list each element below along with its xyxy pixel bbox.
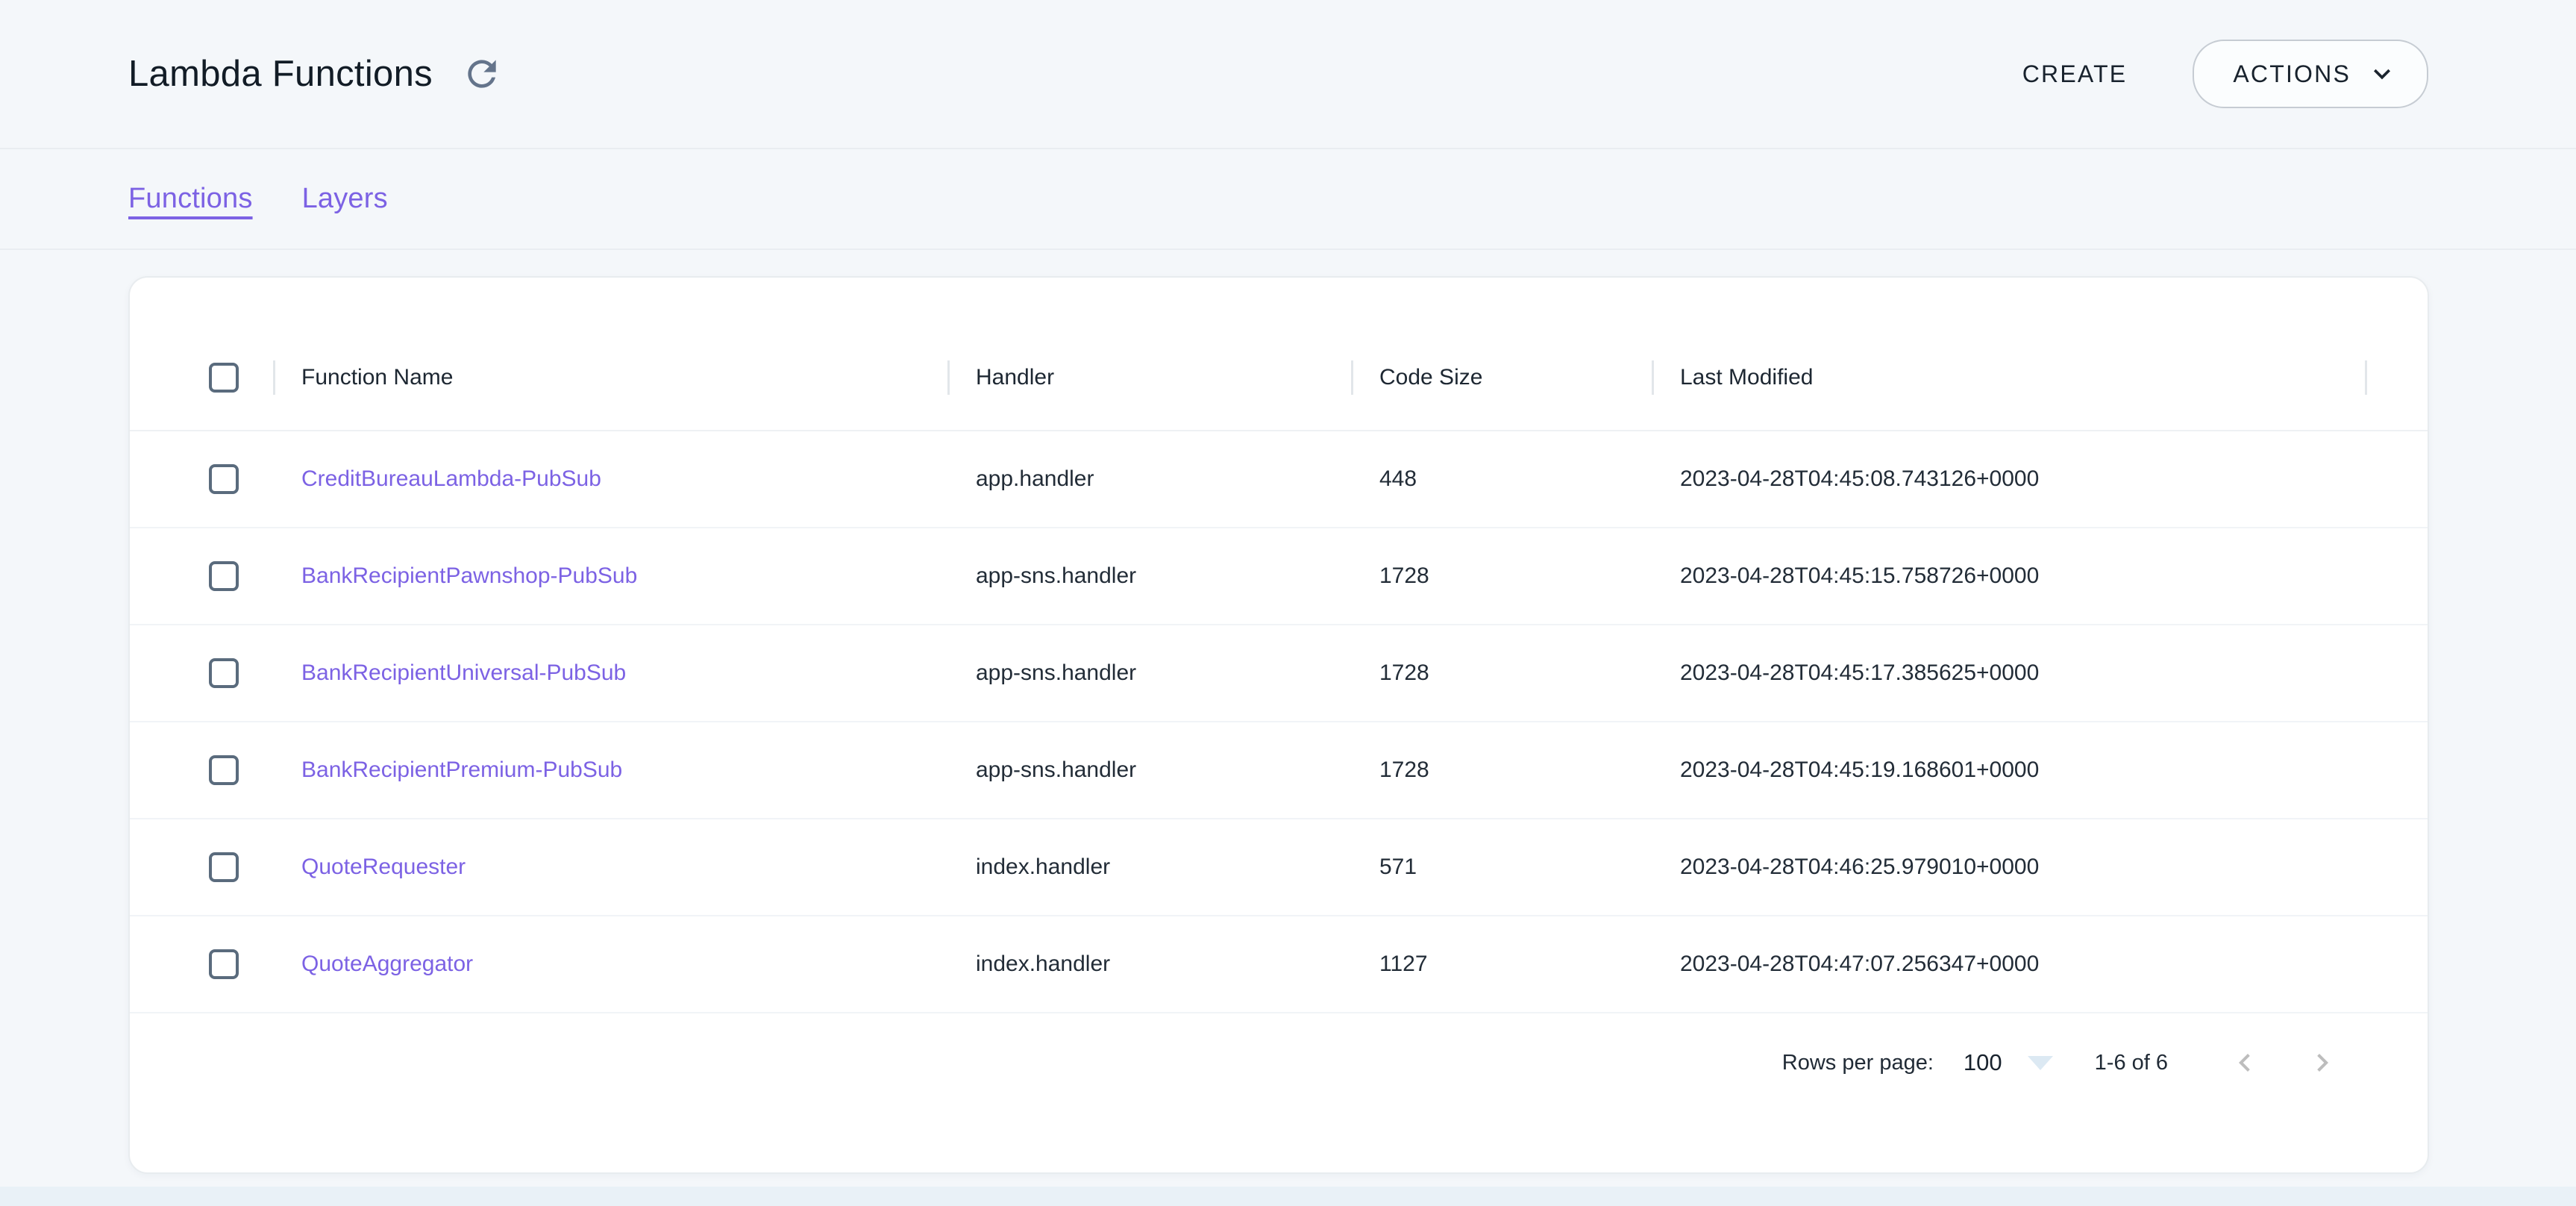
function-link[interactable]: BankRecipientPremium-PubSub	[301, 757, 622, 782]
rows-per-page-value: 100	[1964, 1049, 2002, 1076]
cell-last-modified: 2023-04-28T04:45:19.168601+0000	[1652, 757, 2365, 783]
chevron-right-icon	[2304, 1045, 2340, 1081]
rows-per-page-select[interactable]: 100	[1964, 1049, 2053, 1076]
chevron-down-icon	[2366, 57, 2398, 90]
top-bar: Lambda Functions CREATE ACTIONS	[0, 0, 2576, 149]
cell-last-modified: 2023-04-28T04:45:08.743126+0000	[1652, 466, 2365, 492]
cell-code-size: 1728	[1351, 660, 1652, 686]
cell-last-modified: 2023-04-28T04:45:17.385625+0000	[1652, 660, 2365, 686]
function-link[interactable]: CreditBureauLambda-PubSub	[301, 466, 601, 491]
row-checkbox[interactable]	[209, 658, 239, 688]
row-checkbox[interactable]	[209, 561, 239, 591]
row-checkbox[interactable]	[209, 464, 239, 494]
header-actions: CREATE ACTIONS	[2003, 40, 2428, 108]
column-header-handler: Handler	[947, 365, 1351, 390]
row-checkbox[interactable]	[209, 852, 239, 882]
actions-button[interactable]: ACTIONS	[2193, 40, 2428, 108]
header-checkbox-cell	[130, 363, 273, 393]
function-link[interactable]: QuoteAggregator	[301, 952, 473, 976]
cell-code-size: 448	[1351, 466, 1652, 492]
column-header-last-modified: Last Modified	[1652, 365, 2365, 390]
function-link[interactable]: BankRecipientPawnshop-PubSub	[301, 563, 637, 588]
cell-handler: app-sns.handler	[947, 563, 1351, 589]
cell-code-size: 571	[1351, 854, 1652, 880]
table-row: BankRecipientPremium-PubSub app-sns.hand…	[130, 722, 2428, 819]
rows-per-page-label: Rows per page:	[1782, 1051, 1934, 1075]
chevron-left-icon	[2227, 1045, 2263, 1081]
tab-bar: Functions Layers	[0, 149, 2576, 250]
cell-last-modified: 2023-04-28T04:46:25.979010+0000	[1652, 854, 2365, 880]
table-row: QuoteRequester index.handler 571 2023-04…	[130, 819, 2428, 916]
cell-handler: app-sns.handler	[947, 660, 1351, 686]
caret-down-icon	[2028, 1056, 2053, 1070]
table-pagination: Rows per page: 100 1-6 of 6	[130, 1013, 2428, 1112]
column-header-code-size: Code Size	[1351, 365, 1652, 390]
tab-layers[interactable]: Layers	[302, 183, 388, 215]
cell-handler: index.handler	[947, 952, 1351, 977]
select-all-checkbox[interactable]	[209, 363, 239, 393]
cell-code-size: 1127	[1351, 952, 1652, 977]
create-button[interactable]: CREATE	[2003, 47, 2147, 101]
refresh-button[interactable]	[455, 47, 509, 101]
cell-code-size: 1728	[1351, 757, 1652, 783]
page-title: Lambda Functions	[128, 53, 433, 95]
cell-code-size: 1728	[1351, 563, 1652, 589]
function-link[interactable]: QuoteRequester	[301, 854, 466, 879]
table-header-row: Function Name Handler Code Size Last Mod…	[130, 325, 2428, 431]
table-row: QuoteAggregator index.handler 1127 2023-…	[130, 916, 2428, 1013]
cell-last-modified: 2023-04-28T04:47:07.256347+0000	[1652, 952, 2365, 977]
actions-button-label: ACTIONS	[2233, 60, 2351, 88]
table-row: CreditBureauLambda-PubSub app.handler 44…	[130, 431, 2428, 528]
previous-page-button[interactable]	[2211, 1029, 2278, 1096]
window-bottom-edge	[0, 1187, 2576, 1206]
header-trailing-divider	[2365, 325, 2428, 430]
cell-handler: app-sns.handler	[947, 757, 1351, 783]
function-link[interactable]: BankRecipientUniversal-PubSub	[301, 660, 626, 685]
functions-table-card: Function Name Handler Code Size Last Mod…	[128, 276, 2429, 1174]
cell-handler: index.handler	[947, 854, 1351, 880]
row-checkbox[interactable]	[209, 949, 239, 979]
refresh-icon	[461, 53, 503, 95]
column-header-function-name: Function Name	[273, 365, 947, 390]
cell-last-modified: 2023-04-28T04:45:15.758726+0000	[1652, 563, 2365, 589]
cell-handler: app.handler	[947, 466, 1351, 492]
next-page-button[interactable]	[2289, 1029, 2356, 1096]
table-row: BankRecipientPawnshop-PubSub app-sns.han…	[130, 528, 2428, 625]
tab-functions[interactable]: Functions	[128, 183, 253, 215]
table-row: BankRecipientUniversal-PubSub app-sns.ha…	[130, 625, 2428, 722]
title-group: Lambda Functions	[128, 47, 509, 101]
row-checkbox[interactable]	[209, 755, 239, 785]
pagination-range: 1-6 of 6	[2095, 1051, 2168, 1075]
